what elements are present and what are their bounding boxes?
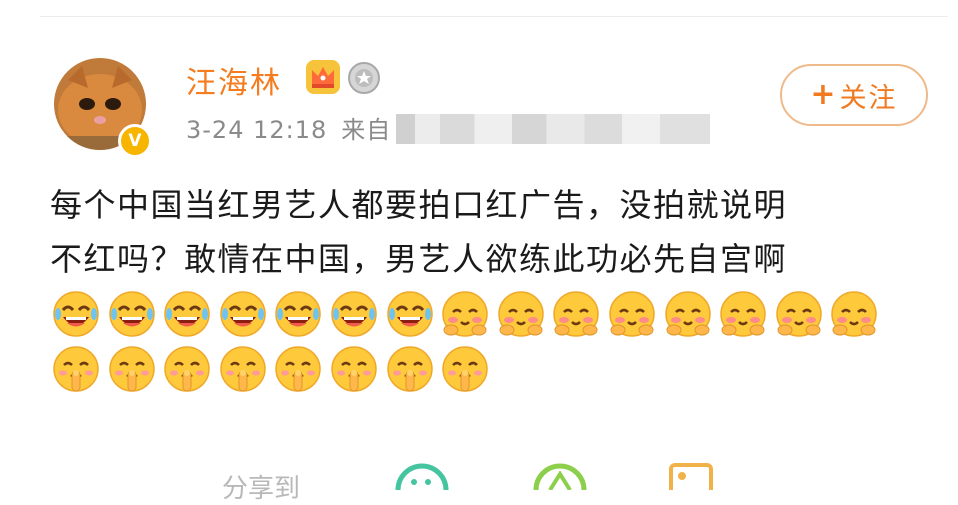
laugh-cry-emoji: [330, 290, 378, 342]
finger-on-lips-emoji: [274, 345, 322, 397]
finger-on-lips-emoji: [441, 345, 489, 397]
shy-blush-emoji: [719, 290, 767, 342]
shy-blush-emoji: [608, 290, 656, 342]
moments-icon[interactable]: [530, 460, 590, 494]
shy-blush-emoji: [775, 290, 823, 342]
post-timestamp: 3-24 12:18: [186, 116, 328, 144]
laugh-cry-emoji: [219, 290, 267, 342]
finger-on-lips-emoji: [163, 345, 211, 397]
laugh-cry-emoji: [108, 290, 156, 342]
laugh-cry-emoji: [163, 290, 211, 342]
finger-on-lips-emoji: [386, 345, 434, 397]
medal-badge-icon: [345, 58, 383, 100]
post-text-line-1: 每个中国当红男艺人都要拍口红广告，没拍就说明: [50, 186, 788, 224]
wechat-icon[interactable]: [392, 460, 452, 494]
laugh-cry-emoji: [52, 290, 100, 342]
shy-blush-emoji: [552, 290, 600, 342]
finger-on-lips-emoji: [52, 345, 100, 397]
crown-badge-icon: [304, 58, 342, 100]
image-icon[interactable]: [668, 462, 714, 497]
laugh-cry-emoji: [386, 290, 434, 342]
verified-badge-icon: V: [118, 124, 152, 158]
finger-on-lips-emoji: [330, 345, 378, 397]
shy-blush-emoji: [441, 290, 489, 342]
plus-icon: +: [810, 77, 836, 112]
post-source-prefix: 来自: [341, 116, 392, 144]
finger-on-lips-emoji: [108, 345, 156, 397]
shy-blush-emoji: [497, 290, 545, 342]
laugh-cry-emoji: [274, 290, 322, 342]
post-text-line-2: 不红吗？敢情在中国，男艺人欲练此功必先自宫啊: [50, 240, 788, 278]
finger-on-lips-emoji: [219, 345, 267, 397]
follow-label: 关注: [839, 82, 898, 114]
blurred-source-text: [396, 114, 710, 144]
post-meta: 3-24 12:18 来自: [186, 110, 391, 145]
follow-button[interactable]: + 关注: [780, 64, 928, 126]
shy-blush-emoji: [664, 290, 712, 342]
top-divider: [40, 16, 948, 17]
share-label: 分享到: [222, 474, 301, 504]
username[interactable]: 汪海林: [186, 58, 282, 102]
shy-blush-emoji: [830, 290, 878, 342]
